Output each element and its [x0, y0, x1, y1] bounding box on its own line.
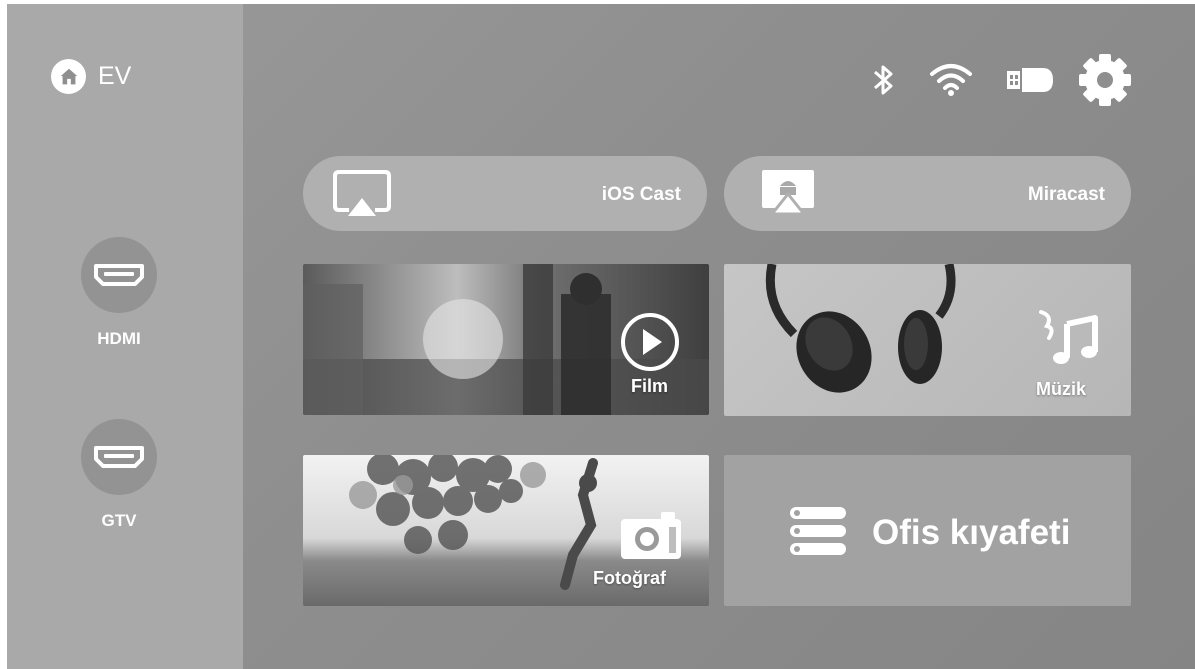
music-label: Müzik: [1036, 379, 1087, 399]
hdmi-port-icon: [81, 419, 157, 495]
film-label: Film: [631, 376, 669, 396]
list-menu-icon: [790, 507, 846, 555]
film-tile[interactable]: Film: [303, 264, 709, 415]
office-tile[interactable]: Ofis kıyafeti: [724, 455, 1131, 606]
photo-label: Fotoğraf: [593, 568, 666, 588]
music-tile[interactable]: Müzik: [724, 264, 1131, 416]
usb-drive-icon[interactable]: [1005, 52, 1055, 108]
launcher-screen: EV HDMI GTV iOS Cast Miracast Film Müzik…: [7, 4, 1195, 669]
wifi-icon[interactable]: [929, 52, 973, 108]
source-hdmi-label: HDMI: [97, 329, 141, 348]
source-gtv[interactable]: GTV: [81, 419, 157, 531]
music-note-icon: [1039, 310, 1098, 364]
sidebar: EV HDMI GTV: [7, 4, 243, 669]
airplay-icon: [333, 170, 391, 216]
source-hdmi[interactable]: HDMI: [81, 237, 157, 349]
miracast-label: Miracast: [1027, 184, 1105, 205]
settings-gear-icon[interactable]: [1076, 52, 1134, 108]
home-button[interactable]: EV: [51, 59, 131, 94]
miracast-android-icon: [762, 170, 814, 216]
source-gtv-label: GTV: [101, 511, 137, 530]
bluetooth-icon[interactable]: [871, 52, 897, 108]
home-label: EV: [98, 62, 132, 90]
office-label: Ofis kıyafeti: [872, 513, 1071, 552]
miracast-button[interactable]: Miracast: [724, 156, 1131, 231]
home-icon: [51, 59, 86, 94]
camera-icon: [621, 512, 681, 559]
play-icon: [621, 313, 679, 371]
hdmi-port-icon: [81, 237, 157, 313]
ios-cast-button[interactable]: iOS Cast: [303, 156, 707, 231]
ios-cast-label: iOS Cast: [601, 184, 681, 205]
photo-tile[interactable]: Fotoğraf: [303, 455, 709, 606]
